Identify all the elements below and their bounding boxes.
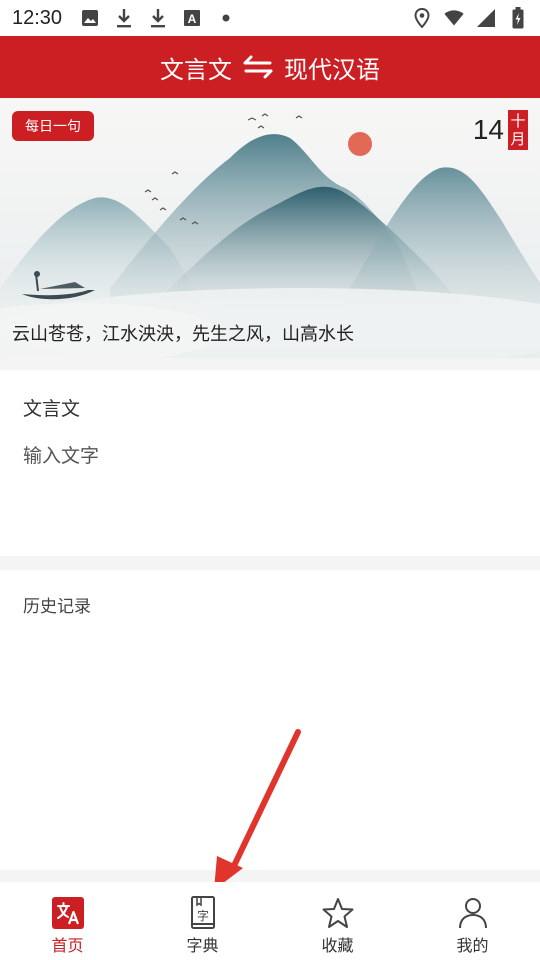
nav-dictionary[interactable]: 字 字典 xyxy=(135,882,270,960)
daily-quote-text: 云山苍苍，江水泱泱，先生之风，山高水长 xyxy=(12,324,354,345)
target-language[interactable]: 现代汉语 xyxy=(284,50,380,85)
nav-favorites[interactable]: 收藏 xyxy=(270,882,405,960)
dictionary-icon: 字 xyxy=(186,896,220,930)
month-number: 十 xyxy=(510,112,526,130)
month-char: 月 xyxy=(510,130,526,148)
nav-profile[interactable]: 我的 xyxy=(405,882,540,960)
signal-icon xyxy=(476,8,496,28)
star-icon xyxy=(321,896,355,930)
nav-favorites-label: 收藏 xyxy=(321,936,354,955)
nav-home-label: 首页 xyxy=(51,936,84,955)
bottom-navigation: 首页 字 字典 收藏 我的 xyxy=(0,882,540,960)
user-icon xyxy=(456,896,490,930)
source-language[interactable]: 文言文 xyxy=(160,50,232,85)
nav-home[interactable]: 首页 xyxy=(0,882,135,960)
wifi-icon xyxy=(444,8,464,28)
history-title: 历史记录 xyxy=(23,597,91,617)
status-notification-icons: A xyxy=(80,8,236,28)
date-display: 14 十 月 xyxy=(473,110,528,150)
text-input[interactable] xyxy=(23,441,513,541)
nav-dictionary-label: 字典 xyxy=(186,936,219,955)
translate-icon xyxy=(51,896,85,930)
download-icon xyxy=(148,8,168,28)
image-icon xyxy=(80,8,100,28)
dot-icon xyxy=(216,8,236,28)
date-month: 十 月 xyxy=(508,110,528,150)
swap-arrows-icon[interactable] xyxy=(242,55,274,79)
date-day: 14 xyxy=(472,114,504,145)
battery-icon xyxy=(508,7,528,29)
dictionary-glyph: 字 xyxy=(196,908,208,923)
location-icon xyxy=(412,8,432,28)
font-a-icon: A xyxy=(182,8,202,28)
status-bar: 12:30 A xyxy=(0,0,540,36)
svg-text:A: A xyxy=(188,12,197,26)
daily-quote-badge: 每日一句 xyxy=(12,111,94,141)
translation-input-card: 文言文 xyxy=(0,370,540,556)
history-section: 历史记录 xyxy=(0,570,540,870)
status-time: 12:30 xyxy=(12,6,63,29)
status-system-icons xyxy=(412,7,528,29)
translation-header: 文言文 现代汉语 xyxy=(0,36,540,98)
daily-quote-banner[interactable]: 每日一句 14 十 月 云山苍苍，江水泱泱，先生之风，山高水长 xyxy=(0,98,540,358)
download-icon xyxy=(114,8,134,28)
nav-profile-label: 我的 xyxy=(456,936,489,955)
input-language-label: 文言文 xyxy=(23,398,81,420)
